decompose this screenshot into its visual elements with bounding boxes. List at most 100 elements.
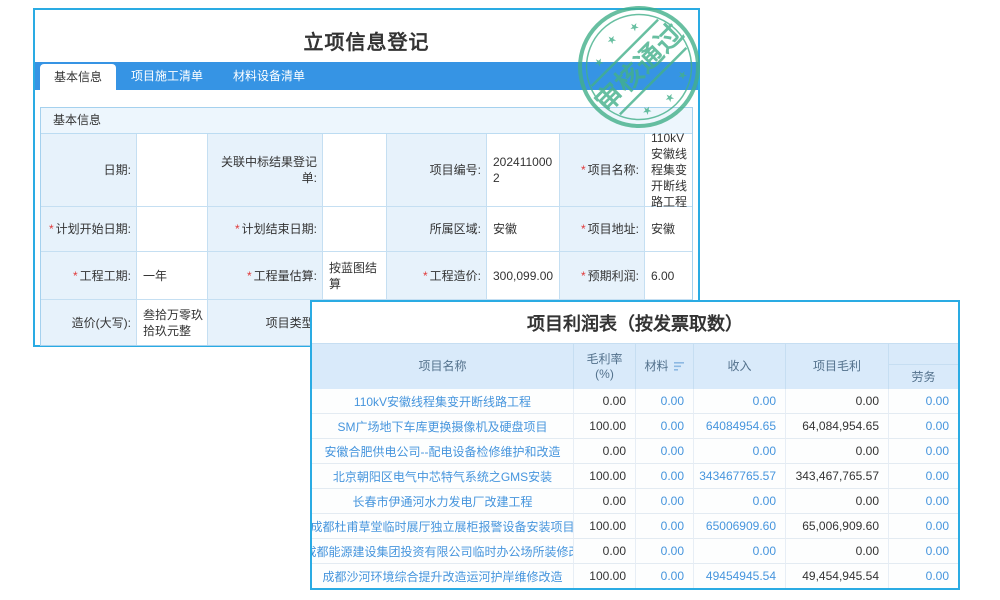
registration-panel: 立项信息登记 基本信息 项目施工清单 材料设备清单 基本信息 日期: 关联中标结… — [33, 8, 700, 347]
material-cell: 0.00 — [636, 464, 694, 489]
column-header-gross-margin: 毛利率(%) — [574, 344, 636, 389]
gross-margin-cell: 100.00 — [574, 414, 636, 439]
table-row: 长春市伊通河水力发电厂改建工程 0.00 0.00 0.00 0.00 0.00 — [312, 489, 958, 514]
table-row: 成都能源建设集团投资有限公司临时办公场所装修改 0.00 0.00 0.00 0… — [312, 539, 958, 564]
field-label-cost-in-words: 造价(大写): — [41, 300, 137, 345]
required-asterisk: * — [247, 268, 252, 284]
column-header-project-gross: 项目毛利 — [786, 344, 889, 389]
income-cell: 0.00 — [694, 439, 786, 464]
field-label-project-name: *项目名称: — [560, 134, 645, 207]
required-asterisk: * — [73, 268, 78, 284]
required-asterisk: * — [235, 221, 240, 237]
required-asterisk: * — [581, 268, 586, 284]
required-asterisk: * — [423, 268, 428, 284]
field-label-date: 日期: — [41, 134, 137, 207]
column-header-material: 材料 — [636, 344, 694, 389]
column-header-labor: 劳务 — [889, 365, 958, 389]
gross-margin-cell: 100.00 — [574, 514, 636, 539]
project-name-link[interactable]: 安徽合肥供电公司--配电设备检修维护和改造 — [312, 439, 574, 464]
labor-cell: 0.00 — [889, 389, 958, 414]
tab-construction-list[interactable]: 项目施工清单 — [116, 62, 218, 90]
income-cell: 0.00 — [694, 489, 786, 514]
section-header: 基本信息 — [41, 108, 692, 134]
table-row: 北京朝阳区电气中芯特气系统之GMS安装 100.00 0.00 34346776… — [312, 464, 958, 489]
field-label-bid-result: 关联中标结果登记单: — [208, 134, 323, 207]
project-name-link[interactable]: 成都沙河环境综合提升改造运河护岸维修改造 — [312, 564, 574, 589]
project-name-link[interactable]: 成都能源建设集团投资有限公司临时办公场所装修改 — [312, 539, 574, 564]
table-row: 安徽合肥供电公司--配电设备检修维护和改造 0.00 0.00 0.00 0.0… — [312, 439, 958, 464]
field-label-region: 所属区域: — [387, 207, 487, 252]
gross-margin-cell: 0.00 — [574, 439, 636, 464]
labor-cell: 0.00 — [889, 539, 958, 564]
tab-material-equipment-list[interactable]: 材料设备清单 — [218, 62, 320, 90]
material-cell: 0.00 — [636, 414, 694, 439]
table-row: 成都杜甫草堂临时展厅独立展柜报警设备安装项目 100.00 0.00 65006… — [312, 514, 958, 539]
labor-cell: 0.00 — [889, 489, 958, 514]
material-cell: 0.00 — [636, 564, 694, 589]
field-label-duration: *工程工期: — [41, 252, 137, 300]
project-name-link[interactable]: SM广场地下车库更换摄像机及硬盘项目 — [312, 414, 574, 439]
gross-margin-cell: 0.00 — [574, 489, 636, 514]
project-gross-cell: 343,467,765.57 — [786, 464, 889, 489]
field-label-expected-profit: *预期利润: — [560, 252, 645, 300]
labor-cell: 0.00 — [889, 414, 958, 439]
gross-margin-cell: 100.00 — [574, 564, 636, 589]
column-header-group-top — [889, 344, 958, 365]
project-gross-cell: 0.00 — [786, 439, 889, 464]
project-gross-cell: 0.00 — [786, 489, 889, 514]
field-value-date[interactable] — [137, 134, 208, 207]
tab-bar: 基本信息 项目施工清单 材料设备清单 — [35, 62, 698, 90]
tab-basic-info[interactable]: 基本信息 — [40, 64, 116, 90]
labor-cell: 0.00 — [889, 439, 958, 464]
field-label-project-type: 项目类型: — [208, 300, 323, 345]
labor-cell: 0.00 — [889, 514, 958, 539]
project-name-link[interactable]: 110kV安徽线程集变开断线路工程 — [312, 389, 574, 414]
project-name-link[interactable]: 长春市伊通河水力发电厂改建工程 — [312, 489, 574, 514]
required-asterisk: * — [581, 162, 586, 178]
material-cell: 0.00 — [636, 439, 694, 464]
profit-table-title: 项目利润表（按发票取数） — [312, 302, 958, 343]
field-label-plan-end: *计划结束日期: — [208, 207, 323, 252]
field-value-project-cost[interactable]: 300,099.00 — [487, 252, 560, 300]
field-label-project-address: *项目地址: — [560, 207, 645, 252]
field-value-region[interactable]: 安徽 — [487, 207, 560, 252]
income-cell: 65006909.60 — [694, 514, 786, 539]
field-label-project-cost: *工程造价: — [387, 252, 487, 300]
field-value-quantity-estimate[interactable]: 按蓝图结算 — [323, 252, 387, 300]
income-cell: 343467765.57 — [694, 464, 786, 489]
column-header-labor-group: 劳务 — [889, 344, 958, 389]
income-cell: 64084954.65 — [694, 414, 786, 439]
sort-icon[interactable] — [674, 362, 685, 371]
field-value-bid-result[interactable] — [323, 134, 387, 207]
project-gross-cell: 0.00 — [786, 539, 889, 564]
field-value-project-address[interactable]: 安徽 — [645, 207, 692, 252]
field-value-expected-profit[interactable]: 6.00 — [645, 252, 692, 300]
field-value-plan-start[interactable] — [137, 207, 208, 252]
gross-margin-cell: 0.00 — [574, 389, 636, 414]
material-cell: 0.00 — [636, 514, 694, 539]
gross-margin-cell: 0.00 — [574, 539, 636, 564]
income-cell: 0.00 — [694, 539, 786, 564]
field-label-quantity-estimate: *工程量估算: — [208, 252, 323, 300]
field-label-plan-start: *计划开始日期: — [41, 207, 137, 252]
field-value-cost-in-words[interactable]: 叁拾万零玖拾玖元整 — [137, 300, 208, 345]
table-row: 成都沙河环境综合提升改造运河护岸维修改造 100.00 0.00 4945494… — [312, 564, 958, 589]
material-cell: 0.00 — [636, 389, 694, 414]
page-title: 立项信息登记 — [35, 26, 698, 55]
field-value-duration[interactable]: 一年 — [137, 252, 208, 300]
project-gross-cell: 0.00 — [786, 389, 889, 414]
profit-table-panel: 项目利润表（按发票取数） 项目名称 毛利率(%) 材料 收入 项目毛利 劳务 — [310, 300, 960, 590]
table-row: SM广场地下车库更换摄像机及硬盘项目 100.00 0.00 64084954.… — [312, 414, 958, 439]
field-value-project-no[interactable]: 2024110002 — [487, 134, 560, 207]
project-name-link[interactable]: 北京朝阳区电气中芯特气系统之GMS安装 — [312, 464, 574, 489]
project-name-link[interactable]: 成都杜甫草堂临时展厅独立展柜报警设备安装项目 — [312, 514, 574, 539]
labor-cell: 0.00 — [889, 464, 958, 489]
field-value-plan-end[interactable] — [323, 207, 387, 252]
column-header-project-name: 项目名称 — [312, 344, 574, 389]
required-asterisk: * — [49, 221, 54, 237]
project-gross-cell: 65,006,909.60 — [786, 514, 889, 539]
gross-margin-cell: 100.00 — [574, 464, 636, 489]
material-cell: 0.00 — [636, 539, 694, 564]
field-value-project-name[interactable]: 110kV安徽线程集变开断线路工程 — [645, 134, 692, 207]
income-cell: 0.00 — [694, 389, 786, 414]
